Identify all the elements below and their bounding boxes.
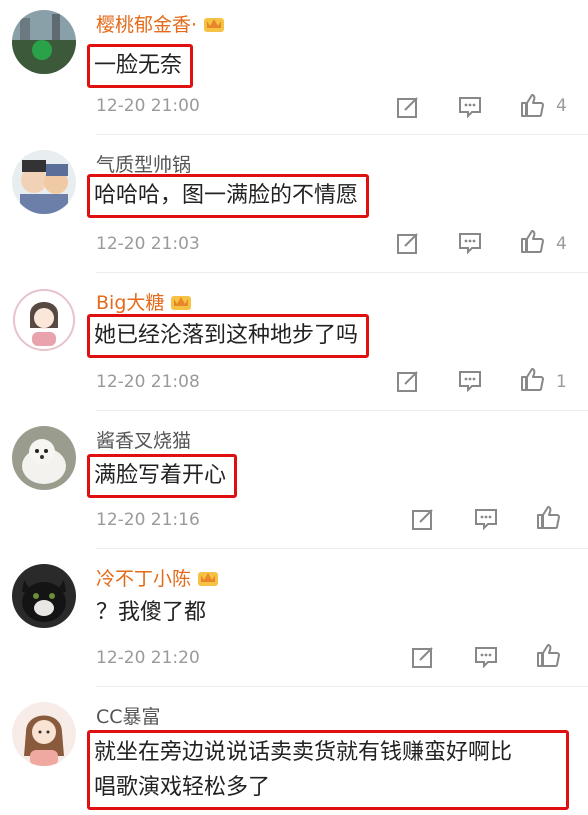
repost-icon[interactable] <box>395 368 421 394</box>
username[interactable]: 樱桃郁金香· <box>96 12 225 38</box>
comment-text: 哈哈哈，图一满脸的不情愿 <box>87 174 370 218</box>
vip-crown-icon <box>203 12 225 34</box>
comment-item: 气质型帅锅 哈哈哈，图一满脸的不情愿 12-20 21:03 4 <box>0 150 588 270</box>
like-icon[interactable] <box>519 92 545 118</box>
repost-icon[interactable] <box>410 506 436 532</box>
divider <box>96 686 588 687</box>
avatar[interactable] <box>12 288 76 352</box>
comment-item: Big大糖 她已经沦落到这种地步了吗 12-20 21:08 1 <box>0 288 588 408</box>
like-icon[interactable] <box>535 642 561 668</box>
divider <box>96 272 588 273</box>
vip-crown-icon <box>197 566 219 588</box>
comment-icon[interactable] <box>457 368 483 394</box>
comment-text: ？我傻了都 <box>96 600 207 625</box>
timestamp: 12-20 21:00 <box>96 96 200 116</box>
comment-text-line: 唱歌演戏轻松多了 <box>94 775 271 800</box>
like-count: 1 <box>556 372 567 392</box>
comment-item: 冷不丁小陈 ？我傻了都 12-20 21:20 <box>0 564 588 684</box>
comment-text: 就坐在旁边说说话卖卖货就有钱赚蛮好啊比 唱歌演戏轻松多了 <box>87 730 569 810</box>
comment-text: 满脸写着开心 <box>87 454 238 498</box>
comment-icon[interactable] <box>457 94 483 120</box>
divider <box>96 134 588 135</box>
repost-icon[interactable] <box>410 644 436 670</box>
comment-text-line: 就坐在旁边说说话卖卖货就有钱赚蛮好啊比 <box>94 740 513 765</box>
comment-item: CC暴富 就坐在旁边说说话卖卖货就有钱赚蛮好啊比 唱歌演戏轻松多了 <box>0 702 588 815</box>
comment-icon[interactable] <box>473 506 499 532</box>
comment-item: 樱桃郁金香· 一脸无奈 12-20 21:00 4 <box>0 10 588 130</box>
like-icon[interactable] <box>519 228 545 254</box>
comment-text: 她已经沦落到这种地步了吗 <box>87 314 370 358</box>
divider <box>96 410 588 411</box>
repost-icon[interactable] <box>395 94 421 120</box>
username[interactable]: CC暴富 <box>96 704 161 730</box>
repost-icon[interactable] <box>395 230 421 256</box>
comment-icon[interactable] <box>473 644 499 670</box>
avatar[interactable] <box>12 702 76 766</box>
like-icon[interactable] <box>519 366 545 392</box>
like-icon[interactable] <box>535 504 561 530</box>
comment-icon[interactable] <box>457 230 483 256</box>
divider <box>96 548 588 549</box>
avatar[interactable] <box>12 150 76 214</box>
like-count: 4 <box>556 96 567 116</box>
timestamp: 12-20 21:03 <box>96 234 200 254</box>
timestamp: 12-20 21:16 <box>96 510 200 530</box>
comment-item: 酱香叉烧猫 满脸写着开心 12-20 21:16 <box>0 426 588 546</box>
username[interactable]: Big大糖 <box>96 290 192 316</box>
username[interactable]: 冷不丁小陈 <box>96 566 219 592</box>
avatar[interactable] <box>12 564 76 628</box>
timestamp: 12-20 21:08 <box>96 372 200 392</box>
comment-text: 一脸无奈 <box>87 44 194 88</box>
vip-crown-icon <box>170 290 192 312</box>
username[interactable]: 酱香叉烧猫 <box>96 428 191 454</box>
like-count: 4 <box>556 234 567 254</box>
avatar[interactable] <box>12 426 76 490</box>
avatar[interactable] <box>12 10 76 74</box>
timestamp: 12-20 21:20 <box>96 648 200 668</box>
